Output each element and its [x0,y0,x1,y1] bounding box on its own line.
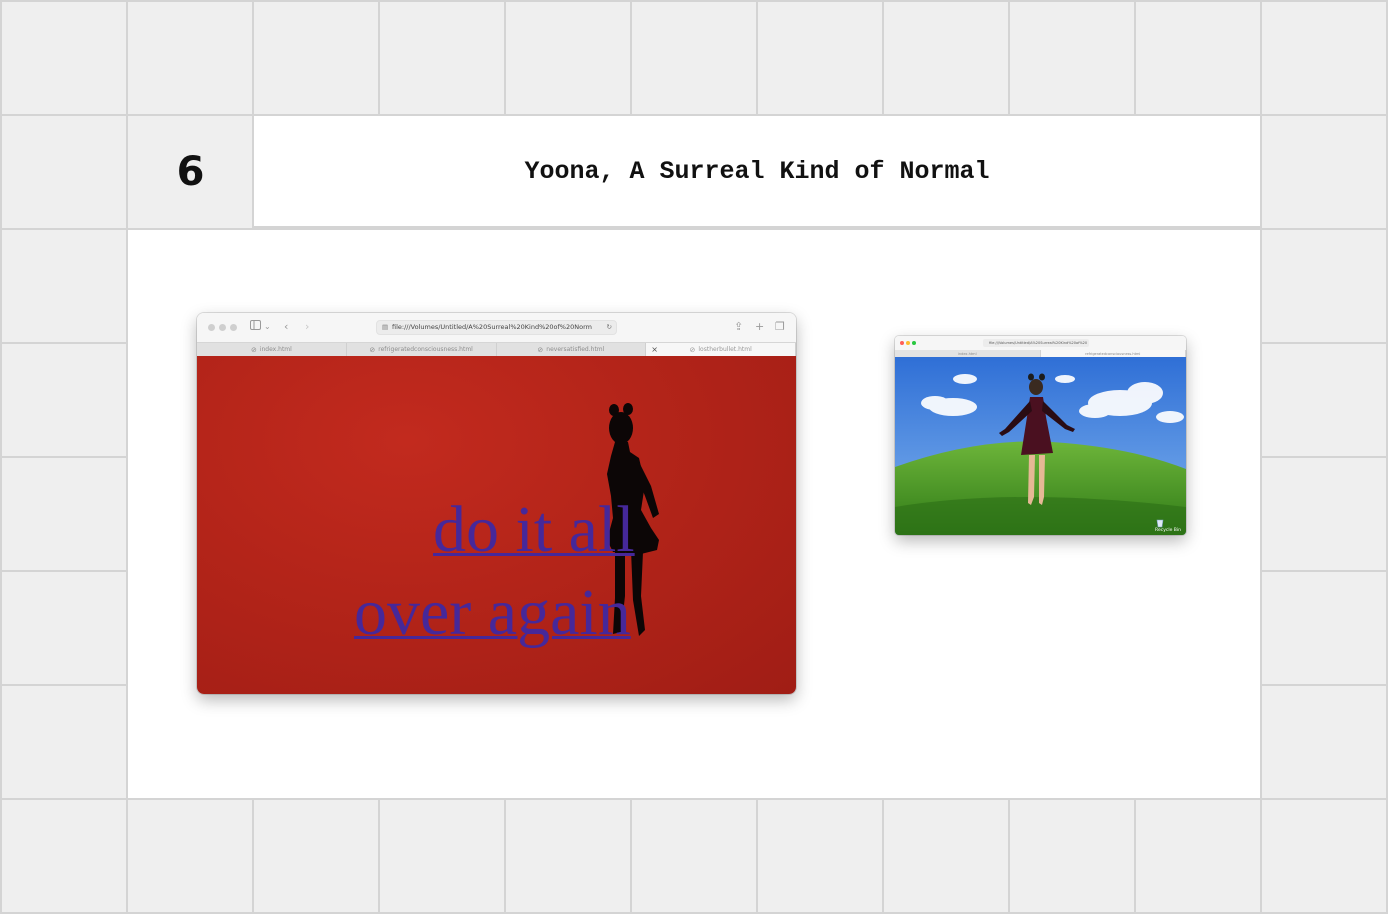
small-tab-bar: index.html refrigeratedconsciousness.htm… [895,350,1186,357]
share-icon[interactable]: ⇪ [734,320,743,334]
recycle-bin-label: Recycle Bin [1155,528,1181,533]
back-chevron-icon[interactable]: ‹ [284,320,288,334]
lock-icon: ▤ [382,323,389,331]
title-banner: Yoona, A Surreal Kind of Normal [254,116,1260,228]
tab-bar: ⊘ index.html ⊘ refrigeratedconsciousness… [197,342,796,356]
sidebar-icon[interactable] [250,320,261,334]
do-it-all-link[interactable]: do it all [433,497,635,563]
compass-icon: ⊘ [250,345,257,354]
plus-icon[interactable]: + [755,320,764,334]
close-dot-icon[interactable] [208,324,215,331]
small-tab-refrigerated[interactable]: refrigeratedconsciousness.html [1040,350,1186,357]
bliss-wallpaper-viewport: Recycle Bin [895,357,1186,535]
tab-neversatisfied[interactable]: ⊘ neversatisfied.html [497,343,647,356]
bliss-wallpaper [895,357,1186,535]
compass-icon: ⊘ [369,345,376,354]
minimize-dot-icon[interactable] [906,341,910,345]
slide-number: 6 [176,149,205,195]
slide-title: Yoona, A Surreal Kind of Normal [524,156,990,186]
tab-index[interactable]: ⊘ index.html [197,343,347,356]
content-panel: ⌄ ‹ › ▤ file:///Volumes/Untitled/A%20Sur… [128,230,1260,798]
tabs-icon[interactable]: ❐ [775,320,785,334]
url-text: file:///Volumes/Untitled/A%20Surreal%20K… [392,323,592,331]
tab-lostherbullet[interactable]: × ⊘ lostherbullet.html [646,343,796,356]
small-tab-index[interactable]: index.html [895,350,1041,357]
chevron-down-icon[interactable]: ⌄ [264,320,271,334]
reload-icon[interactable]: ↻ [607,321,612,334]
forward-chevron-icon[interactable]: › [305,320,309,334]
close-icon[interactable]: × [651,345,658,354]
compass-icon: ⊘ [537,345,544,354]
small-browser-toolbar: file:///Volumes/Untitled/A%20Surreal%20K… [895,336,1186,350]
zoom-dot-icon[interactable] [230,324,237,331]
page-viewport: do it all over again [197,356,796,694]
small-url-text: file:///Volumes/Untitled/A%20Surreal%20K… [989,341,1088,345]
browser-toolbar: ⌄ ‹ › ▤ file:///Volumes/Untitled/A%20Sur… [197,313,796,342]
minimize-dot-icon[interactable] [219,324,226,331]
small-address-bar[interactable]: file:///Volumes/Untitled/A%20Surreal%20K… [983,339,1089,347]
over-again-link[interactable]: over again [354,580,631,646]
browser-window-large: ⌄ ‹ › ▤ file:///Volumes/Untitled/A%20Sur… [197,313,796,694]
zoom-dot-icon[interactable] [912,341,916,345]
tab-refrigerated[interactable]: ⊘ refrigeratedconsciousness.html [347,343,497,356]
browser-window-small: file:///Volumes/Untitled/A%20Surreal%20K… [895,336,1186,535]
close-dot-icon[interactable] [900,341,904,345]
address-bar[interactable]: ▤ file:///Volumes/Untitled/A%20Surreal%2… [376,320,617,335]
compass-icon: ⊘ [689,345,696,354]
recycle-bin-icon[interactable]: Recycle Bin [1155,518,1181,533]
